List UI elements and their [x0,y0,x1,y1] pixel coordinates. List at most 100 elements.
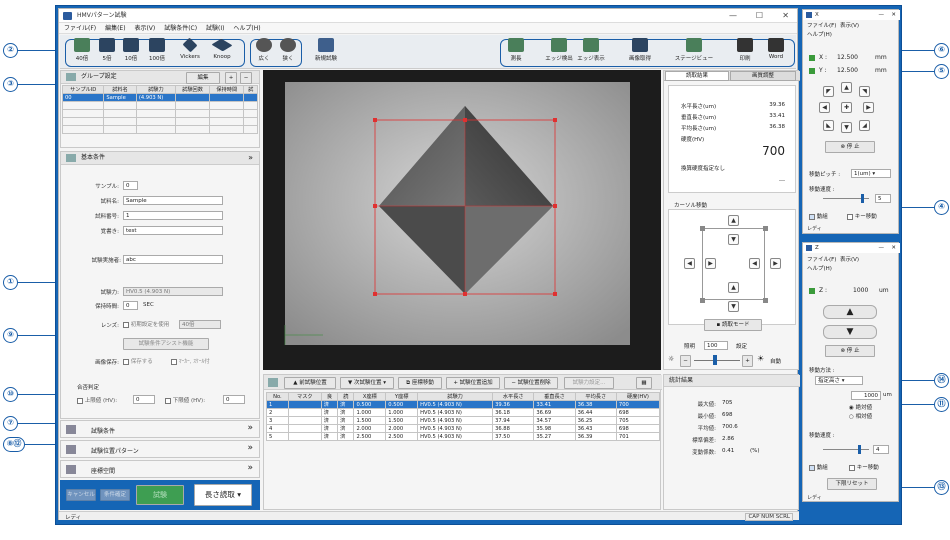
start-test-button[interactable]: 試験 [136,485,184,505]
table-options-icon[interactable]: ▦ [636,377,652,389]
next-position-button[interactable]: ▼ 次試験位置 ▾ [340,377,394,389]
table-row[interactable] [61,125,258,134]
edge-detect-button[interactable]: エッジ検出 [544,38,574,62]
xy-speed-thumb[interactable] [861,194,864,203]
maximize-icon[interactable]: ☐ [756,9,763,23]
xy-speed-field[interactable]: 5 [875,194,891,203]
z-height-field[interactable]: 1000 [851,391,881,400]
section-test-conditions[interactable]: 試験条件 » [60,420,260,438]
z-speed-slider[interactable] [823,449,869,450]
objective-10x-button[interactable]: 10倍 [120,38,142,62]
cursor-down-inner-icon[interactable]: ▲ [728,282,739,293]
pitch-select[interactable]: 1(um) ▾ [851,169,891,178]
save-image-checkbox[interactable]: 保存する [123,357,153,365]
delete-position-button[interactable]: − 試験位置削除 [504,377,558,389]
menu-help[interactable]: ヘルプ(H) [233,25,260,32]
word-export-button[interactable]: Word [764,38,788,60]
group-add-button[interactable]: + [225,72,237,84]
z-speed-field[interactable]: 4 [873,445,889,454]
lower-limit-reset-button[interactable]: 下限リセット [827,478,877,490]
prev-position-button[interactable]: ▲ 前試験位置 [284,377,336,389]
menu-view[interactable]: 表示(V) [134,25,155,32]
move-down-icon[interactable]: ▼ [841,122,852,133]
sample-number-field[interactable]: 1 [123,211,223,220]
move-down-left-icon[interactable]: ◣ [823,120,834,131]
objective-40x-button[interactable]: 40倍 [70,38,94,62]
xy-stop-button[interactable]: ⊗ 停 止 [825,141,875,153]
absolute-radio[interactable]: ◉ 絶対値 [849,403,872,411]
table-row[interactable]: 00 Sample (4.903 N) [61,93,258,102]
assist-button[interactable]: 試験条件アシスト機能 [123,338,209,350]
new-test-button[interactable]: 新規試験 [312,38,340,62]
close-icon[interactable]: ✕ [782,9,789,23]
cursor-left-outer-icon[interactable]: ◀ [684,258,695,269]
confirm-button[interactable]: 条件確定 [100,489,130,501]
z-up-button[interactable]: ▲ [823,305,877,319]
table-row[interactable]: 5 済済 2.500 2.500 HV0.5 (4.903 N) 37.50 35.27 36… [266,432,661,441]
lighting-set-button[interactable]: 設定 [736,342,747,350]
basic-conditions-header[interactable]: 基本条件 » [61,152,259,165]
lens-select[interactable]: 40倍 [179,320,221,329]
stage-view-button[interactable]: ステージビュー [674,38,714,62]
minimize-icon[interactable]: — [879,243,885,253]
lighting-slider-thumb[interactable] [713,355,717,365]
read-mode-button[interactable]: ▪ 読取モード [704,319,762,331]
table-row[interactable] [61,109,258,118]
sample-field[interactable]: 0 [123,181,138,190]
xy-key-move-checkbox[interactable]: キー移動 [847,212,877,220]
sample-name-field[interactable]: Sample [123,196,223,205]
objective-100x-button[interactable]: 100倍 [144,38,170,62]
table-row[interactable]: 1 済済 0.500 0.500 HV0.5 (4.903 N) 39.36 33.41 36… [266,400,661,409]
lighting-field[interactable]: 100 [704,341,728,350]
section-coordinate-space[interactable]: 座標空間 » [60,460,260,478]
collapse-chevron-icon[interactable]: » [248,152,253,164]
edge-display-button[interactable]: エッジ表示 [576,38,606,62]
menu-file[interactable]: ファイル(F) [64,25,96,32]
lighting-slider[interactable] [694,360,740,361]
print-button[interactable]: 印刷 [734,38,756,62]
close-icon[interactable]: ✕ [891,243,896,253]
focus-narrow-button[interactable]: 狭く [278,38,298,62]
auto-lighting-button[interactable]: 自動 [770,357,781,365]
hold-time-field[interactable]: 0 [123,301,138,310]
move-down-right-icon[interactable]: ◢ [859,120,870,131]
force-setting-button[interactable]: 試験力設定... [564,377,614,389]
cursor-down-outer-icon[interactable]: ▼ [728,301,739,312]
group-remove-button[interactable]: − [240,72,252,84]
cancel-button[interactable]: キャンセル [66,489,96,501]
lens-default-checkbox[interactable]: 初期設定を使用 [123,320,169,328]
test-force-select[interactable]: HV0.5 (4.903 N) [123,287,223,296]
group-edit-button[interactable]: 編集 [186,72,220,84]
move-center-icon[interactable]: ✚ [841,102,852,113]
knoop-button[interactable]: Knoop [208,38,236,60]
read-length-button[interactable]: 長さ読取 ▾ [194,484,252,506]
cursor-up-inner-icon[interactable]: ▼ [728,234,739,245]
z-interlock-checkbox[interactable]: 動組 [809,463,828,471]
minimize-icon[interactable]: — [879,10,885,20]
coordinate-move-button[interactable]: ⧉ 座標移動 [398,377,442,389]
z-down-button[interactable]: ▼ [823,325,877,339]
z-stop-button[interactable]: ⊗ 停 止 [825,345,875,357]
cursor-right-outer-icon[interactable]: ▶ [770,258,781,269]
table-row[interactable]: 4 済済 2.000 2.000 HV0.5 (4.903 N) 36.88 35.98 36… [266,424,661,433]
minimize-icon[interactable]: — [729,9,737,23]
table-row[interactable] [61,117,258,126]
scale-checkbox[interactable]: ﾏｰｶｰ, ｽｹｰﾙ付 [171,357,210,365]
menu-edit[interactable]: 編集(E) [105,25,125,32]
lighting-minus-button[interactable]: − [680,355,691,367]
measure-button[interactable]: 測長 [506,38,526,62]
z-method-select[interactable]: 指定高さ ▾ [815,376,863,385]
menu-test[interactable]: 試験(I) [206,25,224,32]
cursor-up-outer-icon[interactable]: ▲ [728,215,739,226]
xy-interlock-checkbox[interactable]: 動組 [809,212,828,220]
tab-image-quality[interactable]: 画質調整 [730,71,796,81]
move-up-right-icon[interactable]: ◥ [859,86,870,97]
objective-5x-button[interactable]: 5倍 [96,38,118,62]
z-speed-thumb[interactable] [858,445,861,454]
menu-conditions[interactable]: 試験条件(C) [164,25,197,32]
relative-radio[interactable]: ○ 相対値 [849,412,872,420]
tab-read-results[interactable]: 読取結果 [665,71,729,81]
focus-wide-button[interactable]: 広く [254,38,274,62]
table-row[interactable]: 2 済済 1.000 1.000 HV0.5 (4.903 N) 36.18 36.69 36… [266,408,661,417]
move-right-icon[interactable]: ▶ [863,102,874,113]
